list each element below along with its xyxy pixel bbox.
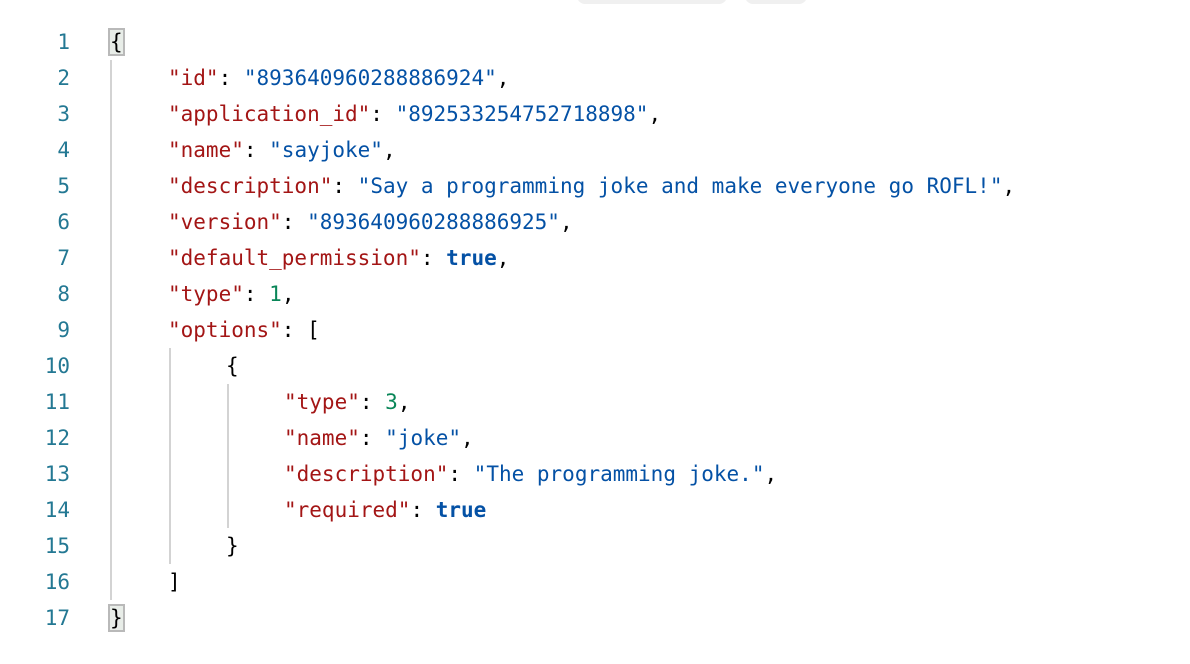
json-number: 1 <box>269 282 282 306</box>
code-content: "name": "joke", <box>284 420 474 456</box>
toolbar-button[interactable] <box>745 0 807 4</box>
punctuation: : <box>410 498 436 522</box>
json-key: "default_permission" <box>168 246 421 270</box>
line-number: 11 <box>44 390 70 414</box>
code-content: } <box>108 600 125 636</box>
punctuation: : <box>420 246 447 270</box>
code-content: "description": "Say a programming joke a… <box>168 168 1015 204</box>
code-content: { <box>226 348 239 384</box>
punctuation: , <box>382 138 396 162</box>
code-content: "required": true <box>284 492 486 528</box>
punctuation: , <box>1002 174 1016 198</box>
json-number: 3 <box>385 390 398 414</box>
json-key: "description" <box>284 462 449 486</box>
json-string: "sayjoke" <box>269 138 383 162</box>
punctuation: , <box>281 282 295 306</box>
json-key: "options" <box>168 318 282 342</box>
code-content: "options": [ <box>168 312 320 348</box>
json-key: "version" <box>168 210 282 234</box>
punctuation: { <box>226 354 239 378</box>
punctuation: : <box>243 138 270 162</box>
json-string: "893640960288886924" <box>243 66 497 90</box>
json-string: "893640960288886925" <box>307 210 560 234</box>
line-number: 14 <box>44 498 70 522</box>
punctuation: : <box>359 426 386 450</box>
code-content: { <box>108 24 125 60</box>
json-boolean: true <box>446 246 497 270</box>
line-number: 9 <box>57 318 70 342</box>
punctuation: : <box>359 390 386 414</box>
punctuation: , <box>648 102 662 126</box>
code-content: "type": 3, <box>284 384 410 420</box>
code-content: "version": "893640960288886925", <box>168 204 573 240</box>
punctuation: : <box>243 282 270 306</box>
indent-guide <box>169 348 171 564</box>
line-number: 3 <box>57 102 70 126</box>
punctuation: : <box>370 102 396 126</box>
line-number: 8 <box>57 282 70 306</box>
json-string: "The programming joke." <box>473 462 765 486</box>
punctuation: , <box>397 390 411 414</box>
punctuation: : <box>332 174 358 198</box>
matched-bracket: { <box>108 28 125 56</box>
code-content: "application_id": "892533254752718898", <box>168 96 661 132</box>
json-key: "application_id" <box>168 102 371 126</box>
line-number: 16 <box>44 570 70 594</box>
json-key: "description" <box>168 174 333 198</box>
json-key: "type" <box>284 390 360 414</box>
matched-bracket: } <box>108 604 125 632</box>
punctuation: , <box>496 246 510 270</box>
json-key: "name" <box>168 138 244 162</box>
punctuation: , <box>559 210 573 234</box>
code-content: "type": 1, <box>168 276 294 312</box>
line-number: 2 <box>57 66 70 90</box>
line-number: 13 <box>44 462 70 486</box>
punctuation: : <box>448 462 474 486</box>
line-number: 7 <box>57 246 70 270</box>
code-content: "id": "893640960288886924", <box>168 60 509 96</box>
json-key: "type" <box>168 282 244 306</box>
punctuation: , <box>496 66 510 90</box>
json-boolean: true <box>435 498 487 522</box>
code-content: "description": "The programming joke.", <box>284 456 777 492</box>
line-number: 4 <box>57 138 70 162</box>
code-content: } <box>226 528 239 564</box>
punctuation: : <box>218 66 244 90</box>
code-content: "default_permission": true, <box>168 240 509 276</box>
punctuation: , <box>764 462 778 486</box>
indent-guide <box>227 384 229 528</box>
json-key: "name" <box>284 426 360 450</box>
punctuation: : [ <box>281 318 320 342</box>
line-number: 15 <box>44 534 70 558</box>
line-number: 6 <box>57 210 70 234</box>
line-number: 5 <box>57 174 70 198</box>
line-number: 10 <box>44 354 70 378</box>
punctuation: , <box>461 426 474 450</box>
json-string: "892533254752718898" <box>395 102 649 126</box>
json-key: "id" <box>168 66 219 90</box>
json-key: "required" <box>284 498 411 522</box>
line-number: 1 <box>57 30 70 54</box>
indent-guide <box>110 60 112 600</box>
toolbar-button[interactable] <box>577 0 727 4</box>
code-content: "name": "sayjoke", <box>168 132 396 168</box>
line-number: 17 <box>44 606 70 630</box>
punctuation: ] <box>168 570 181 594</box>
line-number: 12 <box>44 426 70 450</box>
json-string: "joke" <box>385 426 462 450</box>
punctuation: } <box>226 534 239 558</box>
json-string: "Say a programming joke and make everyon… <box>357 174 1003 198</box>
code-content: ] <box>168 564 181 600</box>
punctuation: : <box>281 210 308 234</box>
